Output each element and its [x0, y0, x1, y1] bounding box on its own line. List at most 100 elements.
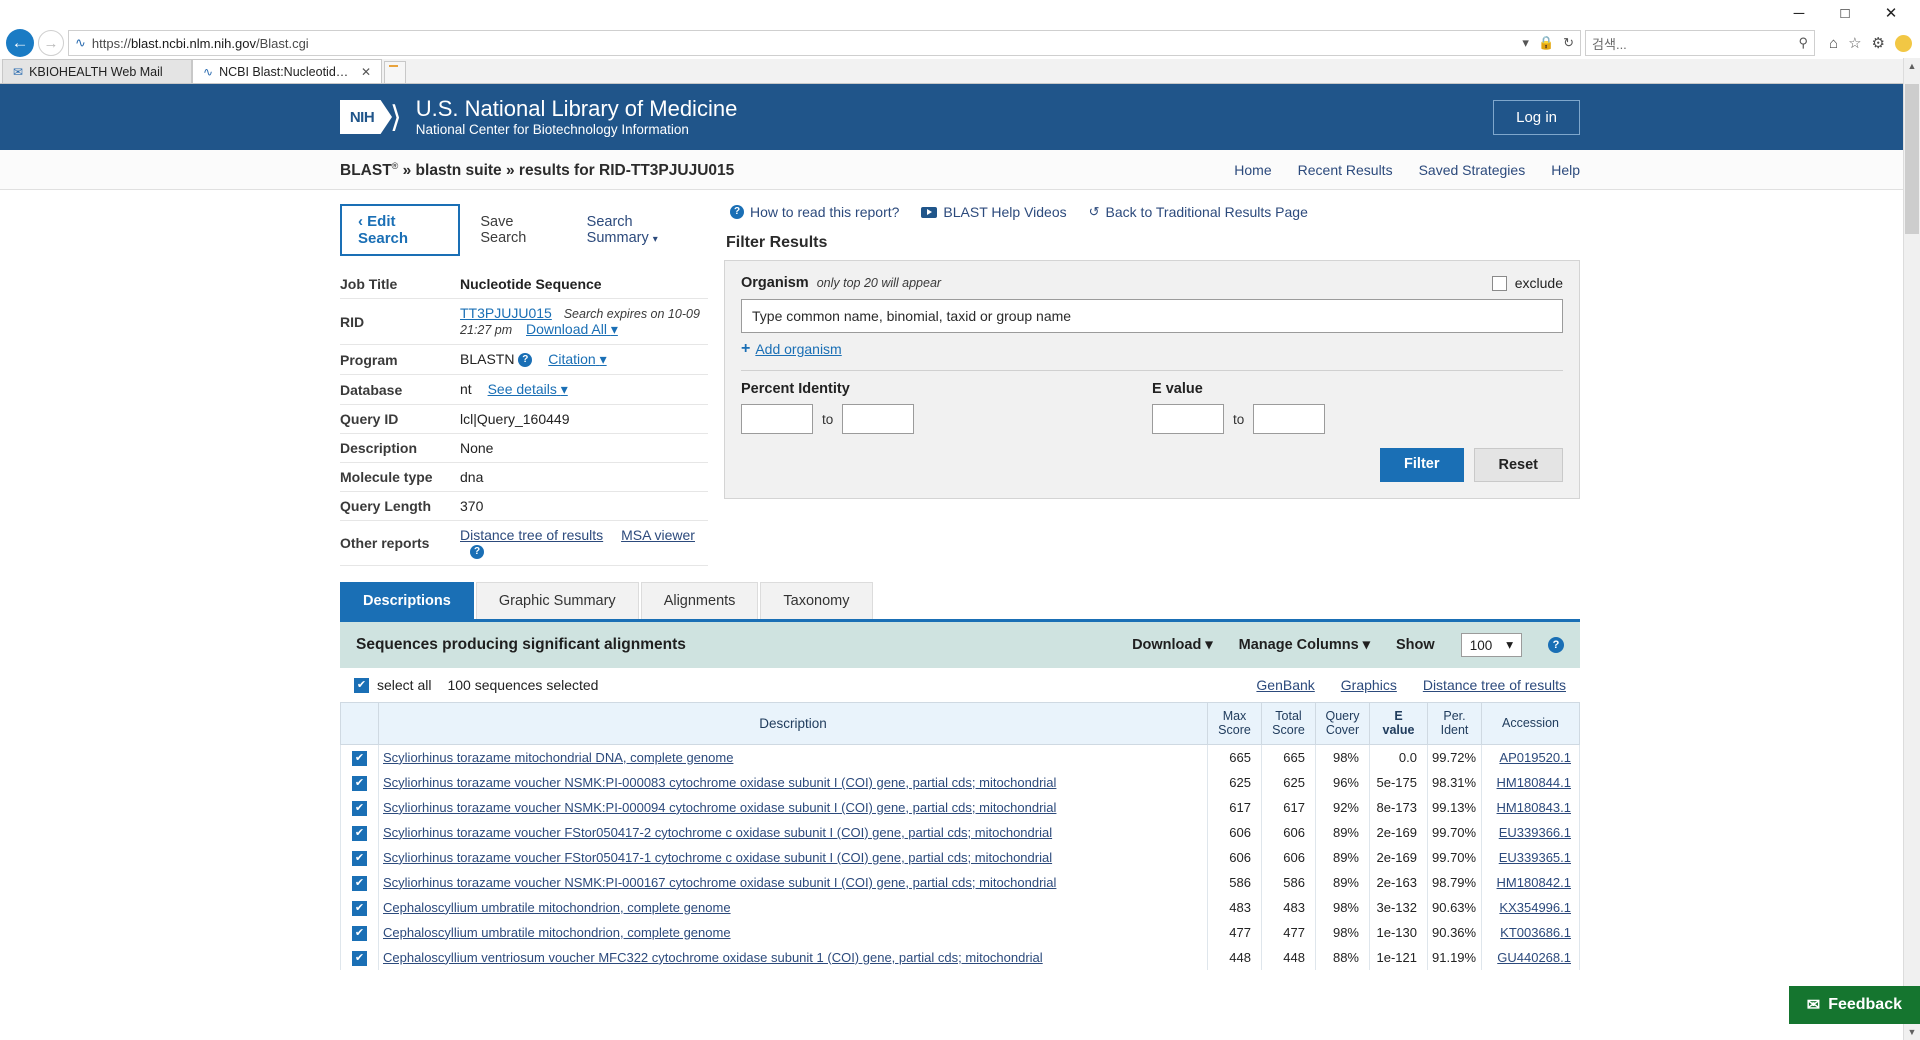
row-accession[interactable]: AP019520.1	[1481, 744, 1580, 770]
evalue-to-input[interactable]	[1253, 404, 1326, 434]
how-to-read-report-link[interactable]: ? How to read this report?	[730, 204, 899, 220]
msa-viewer-link[interactable]: MSA viewer	[621, 527, 695, 543]
login-button[interactable]: Log in	[1493, 99, 1580, 135]
tab-descriptions[interactable]: Descriptions	[340, 582, 474, 619]
graphics-link[interactable]: Graphics	[1341, 677, 1397, 693]
tab-alignments[interactable]: Alignments	[640, 582, 759, 619]
window-maximize-button[interactable]: □	[1822, 0, 1868, 26]
new-tab-button[interactable]	[384, 61, 406, 83]
row-checkbox[interactable]: ✔	[340, 744, 379, 770]
row-description[interactable]: Scyliorhinus torazame voucher FStor05041…	[378, 819, 1208, 845]
row-description[interactable]: Scyliorhinus torazame voucher NSMK:PI-00…	[378, 869, 1208, 895]
citation-link[interactable]: Citation ▾	[548, 351, 606, 367]
table-row[interactable]: ✔ Scyliorhinus torazame voucher FStor050…	[340, 844, 1580, 870]
col-per-ident[interactable]: Per. Ident	[1427, 702, 1482, 745]
home-icon[interactable]: ⌂	[1829, 35, 1838, 52]
nav-recent-results[interactable]: Recent Results	[1298, 162, 1393, 178]
row-checkbox[interactable]: ✔	[340, 944, 379, 970]
row-description[interactable]: Scyliorhinus torazame voucher NSMK:PI-00…	[378, 794, 1208, 820]
table-row[interactable]: ✔ Scyliorhinus torazame voucher NSMK:PI-…	[340, 794, 1580, 820]
row-description[interactable]: Scyliorhinus torazame mitochondrial DNA,…	[378, 744, 1208, 770]
filter-button[interactable]: Filter	[1380, 448, 1464, 482]
row-accession[interactable]: KT003686.1	[1481, 919, 1580, 945]
save-search-button[interactable]: Save Search	[470, 208, 566, 252]
browser-tab-ncbi-blast[interactable]: ∿ NCBI Blast:Nucleotide Seq... ✕	[192, 59, 382, 83]
row-description[interactable]: Cephaloscyllium umbratile mitochondrion,…	[378, 894, 1208, 920]
page-scrollbar[interactable]: ▲ ▼	[1903, 58, 1920, 1040]
feedback-smiley-icon[interactable]	[1895, 34, 1912, 52]
row-accession[interactable]: HM180843.1	[1481, 794, 1580, 820]
scrollbar-thumb[interactable]	[1905, 84, 1919, 234]
tab-close-icon[interactable]: ✕	[361, 65, 371, 79]
row-checkbox[interactable]: ✔	[340, 844, 379, 870]
distance-tree-results-link[interactable]: Distance tree of results	[1423, 677, 1566, 693]
table-row[interactable]: ✔ Cephaloscyllium ventriosum voucher MFC…	[340, 944, 1580, 970]
nav-saved-strategies[interactable]: Saved Strategies	[1419, 162, 1526, 178]
row-checkbox[interactable]: ✔	[340, 919, 379, 945]
table-row[interactable]: ✔ Scyliorhinus torazame mitochondrial DN…	[340, 744, 1580, 770]
row-checkbox[interactable]: ✔	[340, 769, 379, 795]
genbank-link[interactable]: GenBank	[1256, 677, 1314, 693]
tab-graphic-summary[interactable]: Graphic Summary	[475, 582, 639, 619]
browser-search-box[interactable]: 검색... ⚲	[1585, 30, 1816, 56]
search-summary-button[interactable]: Search Summary ▾	[577, 208, 708, 252]
row-checkbox[interactable]: ✔	[340, 794, 379, 820]
back-icon[interactable]: ←	[6, 29, 34, 57]
table-row[interactable]: ✔ Cephaloscyllium umbratile mitochondrio…	[340, 919, 1580, 945]
address-dropdown-icon[interactable]: ▾	[1522, 35, 1529, 51]
row-checkbox[interactable]: ✔	[340, 869, 379, 895]
exclude-checkbox[interactable]	[1491, 275, 1507, 291]
row-accession[interactable]: HM180842.1	[1481, 869, 1580, 895]
col-total-score[interactable]: Total Score	[1261, 702, 1316, 745]
rid-link[interactable]: TT3PJUJU015	[460, 305, 552, 321]
table-row[interactable]: ✔ Cephaloscyllium umbratile mitochondrio…	[340, 894, 1580, 920]
col-evalue[interactable]: Evalue	[1369, 702, 1428, 745]
select-all-checkbox[interactable]: ✔	[354, 677, 369, 693]
distance-tree-link[interactable]: Distance tree of results	[460, 527, 603, 543]
window-close-button[interactable]: ✕	[1868, 0, 1914, 26]
nih-logo[interactable]: NIH	[340, 100, 392, 134]
row-accession[interactable]: GU440268.1	[1481, 944, 1580, 970]
table-row[interactable]: ✔ Scyliorhinus torazame voucher NSMK:PI-…	[340, 769, 1580, 795]
window-minimize-button[interactable]: ─	[1776, 0, 1822, 26]
edit-search-button[interactable]: ‹ Edit Search	[340, 204, 461, 256]
help-icon[interactable]: ?	[470, 545, 484, 559]
organism-input[interactable]: Type common name, binomial, taxid or gro…	[741, 299, 1563, 333]
row-description[interactable]: Scyliorhinus torazame voucher NSMK:PI-00…	[378, 769, 1208, 795]
col-max-score[interactable]: Max Score	[1207, 702, 1262, 745]
col-description[interactable]: Description	[378, 702, 1208, 745]
scroll-down-icon[interactable]: ▼	[1906, 1027, 1918, 1037]
row-description[interactable]: Cephaloscyllium ventriosum voucher MFC32…	[378, 944, 1208, 970]
blast-help-videos-link[interactable]: BLAST Help Videos	[921, 204, 1067, 220]
show-count-select[interactable]: 100 ▾	[1460, 633, 1522, 657]
download-all-link[interactable]: Download All ▾	[526, 321, 618, 337]
exclude-toggle[interactable]: exclude	[1491, 275, 1563, 291]
search-icon[interactable]: ⚲	[1799, 35, 1809, 51]
row-accession[interactable]: EU339365.1	[1481, 844, 1580, 870]
add-organism-link[interactable]: Add organism	[755, 341, 841, 357]
col-query-cover[interactable]: Query Cover	[1315, 702, 1370, 745]
nav-help[interactable]: Help	[1551, 162, 1580, 178]
row-accession[interactable]: EU339366.1	[1481, 819, 1580, 845]
reset-button[interactable]: Reset	[1473, 448, 1563, 482]
row-accession[interactable]: HM180844.1	[1481, 769, 1580, 795]
scroll-up-icon[interactable]: ▲	[1906, 61, 1918, 71]
address-bar[interactable]: ∿ https://blast.ncbi.nlm.nih.gov/Blast.c…	[68, 30, 1582, 56]
favorites-icon[interactable]: ☆	[1848, 34, 1861, 52]
feedback-button[interactable]: ✉ Feedback	[1788, 986, 1920, 1024]
browser-tab-webmail[interactable]: ✉ KBIOHEALTH Web Mail	[2, 59, 192, 83]
tools-icon[interactable]: ⚙	[1872, 34, 1885, 52]
help-icon[interactable]: ?	[1548, 637, 1564, 653]
help-icon[interactable]: ?	[518, 353, 533, 367]
add-organism-row[interactable]: + Add organism	[741, 340, 1563, 358]
see-details-link[interactable]: See details ▾	[488, 381, 568, 397]
col-accession[interactable]: Accession	[1481, 702, 1580, 745]
forward-icon[interactable]: →	[38, 30, 64, 56]
row-accession[interactable]: KX354996.1	[1481, 894, 1580, 920]
table-row[interactable]: ✔ Scyliorhinus torazame voucher NSMK:PI-…	[340, 869, 1580, 895]
tab-taxonomy[interactable]: Taxonomy	[760, 582, 873, 619]
row-checkbox[interactable]: ✔	[340, 819, 379, 845]
row-checkbox[interactable]: ✔	[340, 894, 379, 920]
evalue-from-input[interactable]	[1152, 404, 1224, 434]
percent-identity-from-input[interactable]	[741, 404, 813, 434]
